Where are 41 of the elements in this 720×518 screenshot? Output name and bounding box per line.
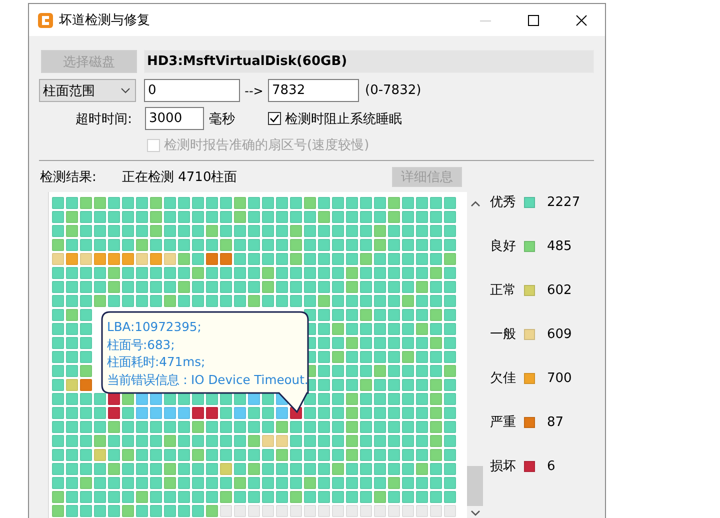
checkbox[interactable] <box>268 112 281 125</box>
window-title: 坏道检测与修复 <box>59 12 151 29</box>
timeout-field[interactable]: 3000 <box>145 107 204 130</box>
legend-count: 602 <box>547 282 572 300</box>
checkbox-label: 检测时报告准确的扇区号(速度较慢) <box>164 137 370 154</box>
scrollbar-thumb[interactable] <box>467 466 483 506</box>
dropdown-value: 柱面范围 <box>43 82 95 100</box>
disk-name: HD3:MsftVirtualDisk(60GB) <box>144 50 594 73</box>
caret-icon <box>121 88 130 94</box>
legend-count: 6 <box>547 458 556 476</box>
range-start-field[interactable]: 0 <box>144 79 240 102</box>
result-label: 检测结果: <box>40 169 98 186</box>
maximize-icon[interactable] <box>528 14 538 26</box>
legend-label: 正常 <box>490 282 517 300</box>
legend-label: 良好 <box>490 238 517 256</box>
legend-label: 一般 <box>490 326 517 344</box>
legend-label: 欠佳 <box>490 370 517 388</box>
app-icon <box>38 12 53 28</box>
close-icon[interactable] <box>576 14 586 26</box>
range-dropdown[interactable]: 柱面范围 <box>39 79 136 102</box>
legend-count: 87 <box>547 414 564 432</box>
range-limits: (0-7832) <box>365 83 422 98</box>
legend-count: 2227 <box>547 194 580 212</box>
scroll-down-icon[interactable] <box>470 510 480 516</box>
tooltip-line: 柱面号:683; <box>107 336 176 354</box>
scan-status: 正在检测 4710柱面 <box>122 169 238 186</box>
range-arrow: --> <box>244 84 264 98</box>
timeout-label: 超时时间: <box>74 110 132 128</box>
legend-count: 700 <box>547 370 572 388</box>
legend-label: 优秀 <box>490 194 517 212</box>
tooltip-line: LBA:10972395; <box>107 319 202 336</box>
tooltip-line: 柱面耗时:471ms; <box>107 354 206 372</box>
range-end-field[interactable]: 7832 <box>268 79 359 102</box>
scroll-up-icon[interactable] <box>470 201 480 207</box>
checkbox-label: 检测时阻止系统睡眠 <box>285 110 402 128</box>
legend-count: 609 <box>547 326 572 344</box>
timeout-unit: 毫秒 <box>209 110 235 128</box>
legend-count: 485 <box>547 238 572 256</box>
tooltip-line: 当前错误信息：IO Device Timeout. <box>107 372 310 389</box>
legend-label: 损坏 <box>490 458 517 476</box>
legend-label: 严重 <box>490 414 517 432</box>
